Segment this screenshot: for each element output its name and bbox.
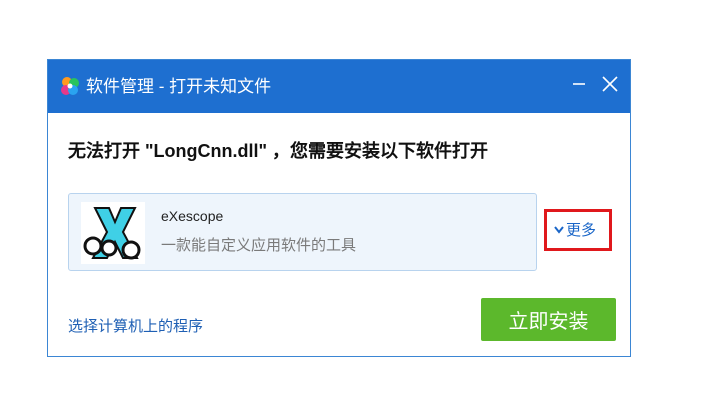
software-card[interactable]: eXescope 一款能自定义应用软件的工具 [68, 193, 537, 271]
more-button-content: 更多 [554, 221, 596, 240]
choose-program-link[interactable]: 选择计算机上的程序 [68, 315, 203, 336]
more-label: 更多 [566, 222, 597, 239]
more-button[interactable]: 更多 [544, 209, 612, 251]
window-title: 软件管理 - 打开未知文件 [86, 77, 272, 96]
software-description: 一款能自定义应用软件的工具 [161, 237, 357, 254]
software-name: eXescope [161, 208, 224, 224]
install-now-button[interactable]: 立即安装 [481, 298, 616, 341]
install-button-label: 立即安装 [508, 311, 589, 333]
title-bar: 软件管理 - 打开未知文件 [48, 60, 630, 113]
software-manager-logo-icon [60, 76, 80, 96]
exescope-logo-icon [81, 202, 145, 264]
minimize-icon[interactable] [567, 72, 591, 96]
close-icon[interactable] [598, 72, 622, 96]
chevron-down-icon [554, 221, 564, 239]
cannot-open-message: 无法打开 "LongCnn.dll" ，您需要安装以下软件打开 [68, 141, 489, 161]
